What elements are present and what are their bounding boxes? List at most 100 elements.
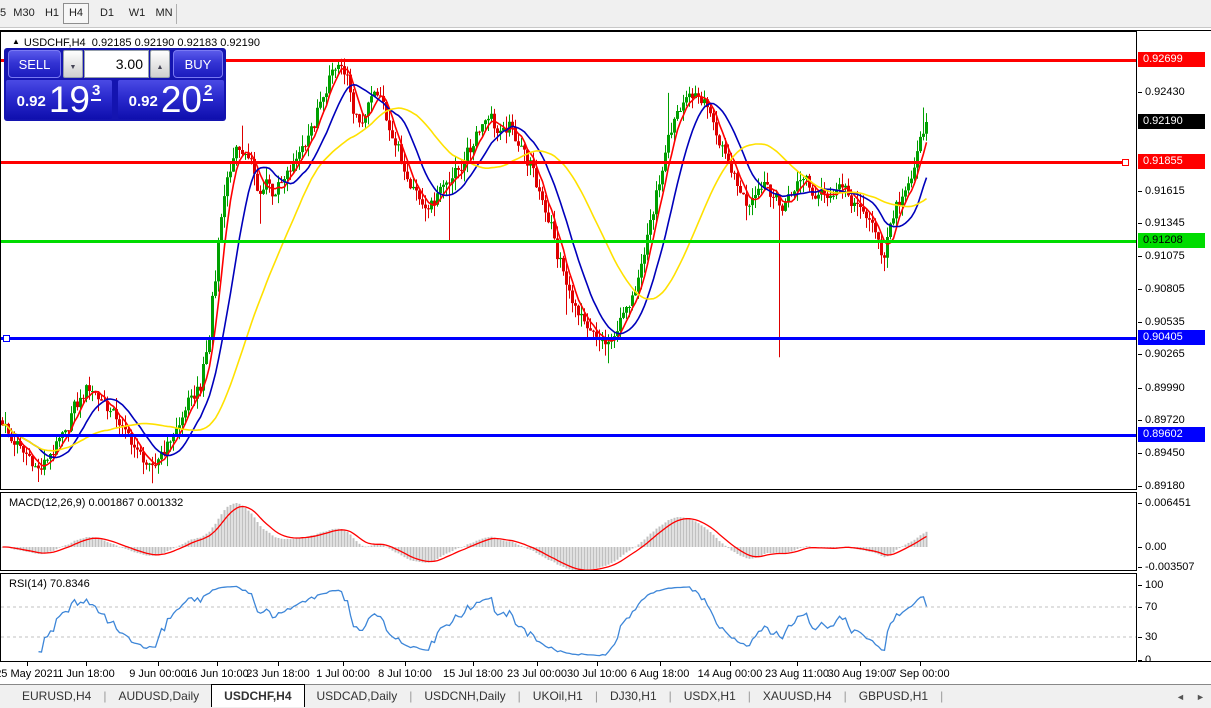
price-tick xyxy=(1138,191,1142,192)
hline-left-handle[interactable] xyxy=(3,335,10,342)
up-arrow-icon: ▲ xyxy=(157,64,164,71)
sell-button[interactable]: SELL xyxy=(8,50,61,78)
volume-increase-button[interactable]: ▲ xyxy=(150,50,170,78)
hline-0.91208[interactable] xyxy=(1,240,1136,243)
tab-usdcad-daily[interactable]: USDCAD,Daily xyxy=(305,685,410,707)
rsi-scale-tick xyxy=(1138,637,1142,638)
buy-price-big: 20 xyxy=(161,85,202,115)
time-axis-tick xyxy=(217,662,218,666)
time-axis-tick xyxy=(405,662,406,666)
price-tick xyxy=(1138,289,1142,290)
time-axis-tick xyxy=(537,662,538,666)
rsi-scale-tick xyxy=(1138,660,1142,661)
collapse-arrow-icon[interactable]: ▲ xyxy=(12,37,20,46)
hline-price-badge: 0.90405 xyxy=(1138,330,1205,345)
price-tick xyxy=(1138,322,1142,323)
price-tick xyxy=(1138,256,1142,257)
hline-0.89602[interactable] xyxy=(1,434,1136,437)
tab-separator: | xyxy=(940,685,943,707)
price-tick-label: 0.90265 xyxy=(1145,347,1185,361)
time-axis-tick xyxy=(473,662,474,666)
hline-price-badge: 0.91208 xyxy=(1138,233,1205,248)
timeframe-button-d1[interactable]: D1 xyxy=(97,3,117,24)
time-axis-tick xyxy=(797,662,798,666)
tab-scroll-right-icon[interactable]: ► xyxy=(1196,692,1205,702)
hline-price-badge: 0.89602 xyxy=(1138,427,1205,442)
timeframe-toolbar: 5 M30H1H4 D1 W1MN xyxy=(0,0,1211,28)
volume-input[interactable] xyxy=(84,50,149,78)
timeframe-clipped-button[interactable]: 5 xyxy=(0,7,8,19)
buy-button[interactable]: BUY xyxy=(173,50,223,78)
tab-eurusd-h4[interactable]: EURUSD,H4 xyxy=(10,685,103,707)
macd-scale-label: 0.00 xyxy=(1145,540,1166,554)
toolbar-separator xyxy=(176,4,177,24)
rsi-canvas[interactable] xyxy=(1,574,1136,661)
price-scale[interactable]: 0.924300.916150.913450.910750.908050.905… xyxy=(1138,31,1211,662)
sell-price-box[interactable]: 0.92193 xyxy=(6,80,112,119)
timeframe-button-w1[interactable]: W1 xyxy=(125,3,149,24)
timeframe-button-mn[interactable]: MN xyxy=(153,3,175,24)
rsi-scale-label: 70 xyxy=(1145,600,1157,614)
price-tick-label: 0.91615 xyxy=(1145,184,1185,198)
tab-dj30-h1[interactable]: DJ30,H1 xyxy=(598,685,669,707)
price-tick xyxy=(1138,453,1142,454)
macd-scale-tick xyxy=(1138,503,1142,504)
time-axis-tick xyxy=(660,662,661,666)
time-axis-tick xyxy=(920,662,921,666)
price-tick xyxy=(1138,388,1142,389)
rsi-label: RSI(14) 70.8346 xyxy=(9,578,90,590)
timeframe-button-h4[interactable]: H4 xyxy=(63,3,89,24)
price-tick-label: 0.89450 xyxy=(1145,446,1185,460)
price-tick xyxy=(1138,223,1142,224)
time-axis-tick xyxy=(730,662,731,666)
one-click-trading-panel: SELL ▼ ▲ BUY 0.92193 0.92202 xyxy=(4,48,226,121)
volume-decrease-button[interactable]: ▼ xyxy=(63,50,83,78)
mt4-window: 5 M30H1H4D1W1MN ▲USDCHF,H4 0.92185 0.921… xyxy=(0,0,1211,708)
tab-gbpusd-h1[interactable]: GBPUSD,H1 xyxy=(847,685,940,707)
rsi-scale-label: 30 xyxy=(1145,630,1157,644)
time-axis-tick xyxy=(158,662,159,666)
sell-price-pip: 3 xyxy=(91,82,101,101)
tab-xauusd-h4[interactable]: XAUUSD,H4 xyxy=(751,685,844,707)
time-axis-tick xyxy=(86,662,87,666)
time-axis-tick xyxy=(597,662,598,666)
buy-price-box[interactable]: 0.92202 xyxy=(118,80,224,119)
tab-scroll-left-icon[interactable]: ◄ xyxy=(1176,692,1185,702)
tab-audusd-daily[interactable]: AUDUSD,Daily xyxy=(106,685,211,707)
price-chart-panel[interactable]: ▲USDCHF,H4 0.92185 0.92190 0.92183 0.921… xyxy=(0,31,1137,490)
time-axis-label: 7 Sep 00:00 xyxy=(878,668,962,680)
time-axis-tick xyxy=(278,662,279,666)
current-price-badge: 0.92190 xyxy=(1138,114,1205,129)
sell-price-big: 19 xyxy=(49,85,90,115)
time-axis-tick xyxy=(343,662,344,666)
price-tick xyxy=(1138,92,1142,93)
rsi-scale-label: 100 xyxy=(1145,578,1163,592)
buy-price-base: 0.92 xyxy=(129,93,158,110)
rsi-scale-tick xyxy=(1138,607,1142,608)
hline-0.90405[interactable] xyxy=(1,337,1136,340)
price-tick-label: 0.90805 xyxy=(1145,282,1185,296)
hline-price-badge: 0.92699 xyxy=(1138,52,1205,67)
buy-price-pip: 2 xyxy=(203,82,213,101)
timeframe-button-m30[interactable]: M30 xyxy=(10,3,38,24)
macd-panel[interactable]: MACD(12,26,9) 0.001867 0.001332 xyxy=(0,492,1137,571)
price-tick xyxy=(1138,420,1142,421)
chart-tab-bar: EURUSD,H4 | AUDUSD,DailyUSDCHF,H4USDCAD,Da… xyxy=(0,684,1211,708)
price-tick-label: 0.92430 xyxy=(1145,85,1185,99)
time-axis[interactable]: 25 May 20211 Jun 18:009 Jun 00:0016 Jun … xyxy=(0,662,1211,685)
tab-ukoil-h1[interactable]: UKOil,H1 xyxy=(521,685,595,707)
tab-usdcnh-daily[interactable]: USDCNH,Daily xyxy=(412,685,517,707)
rsi-panel[interactable]: RSI(14) 70.8346 xyxy=(0,573,1137,662)
hline-right-handle[interactable] xyxy=(1122,159,1129,166)
macd-scale-label: 0.006451 xyxy=(1145,496,1191,510)
tab-usdx-h1[interactable]: USDX,H1 xyxy=(672,685,748,707)
tab-usdchf-h4[interactable]: USDCHF,H4 xyxy=(211,684,304,707)
price-tick-label: 0.91345 xyxy=(1145,216,1185,230)
macd-label: MACD(12,26,9) 0.001867 0.001332 xyxy=(9,497,183,509)
price-tick xyxy=(1138,354,1142,355)
price-tick-label: 0.89720 xyxy=(1145,413,1185,427)
chart-area: ▲USDCHF,H4 0.92185 0.92190 0.92183 0.921… xyxy=(0,30,1211,684)
hline-0.91855[interactable] xyxy=(1,161,1126,164)
price-tick xyxy=(1138,486,1142,487)
timeframe-button-h1[interactable]: H1 xyxy=(42,3,62,24)
